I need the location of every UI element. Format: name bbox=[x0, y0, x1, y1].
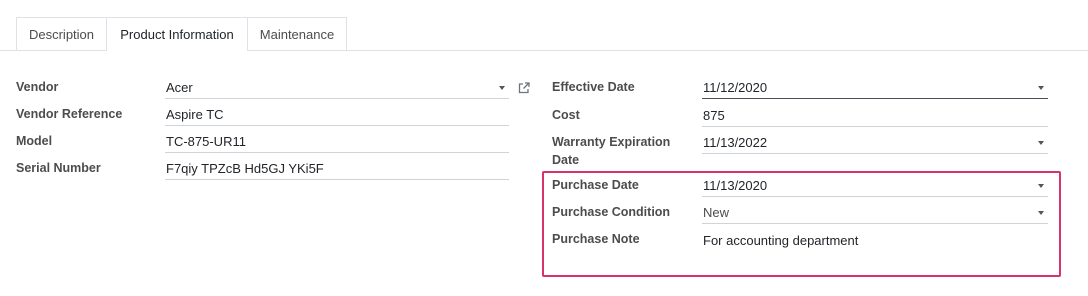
vendor-reference-label: Vendor Reference bbox=[16, 107, 123, 121]
tab-description[interactable]: Description bbox=[16, 17, 107, 50]
purchase-date-value: 11/13/2020 bbox=[703, 178, 768, 193]
purchase-condition-field[interactable]: New bbox=[702, 202, 1048, 224]
warranty-expiration-label-line2: Date bbox=[552, 153, 580, 167]
warranty-expiration-value: 11/13/2022 bbox=[703, 135, 768, 150]
serial-number-value: F7qiy TPZcB Hd5GJ YKi5F bbox=[166, 161, 324, 176]
model-label: Model bbox=[16, 134, 53, 148]
serial-number-label: Serial Number bbox=[16, 161, 101, 175]
caret-down-icon[interactable] bbox=[1038, 86, 1044, 90]
tab-product-information[interactable]: Product Information bbox=[106, 17, 248, 51]
warranty-expiration-field[interactable]: 11/13/2022 bbox=[702, 132, 1048, 154]
purchase-note-value: For accounting department bbox=[703, 233, 859, 248]
effective-date-field[interactable]: 11/12/2020 bbox=[702, 77, 1048, 99]
caret-down-icon[interactable] bbox=[1038, 184, 1044, 188]
purchase-note-label: Purchase Note bbox=[552, 232, 640, 246]
purchase-note-field[interactable]: For accounting department bbox=[702, 230, 1048, 252]
purchase-date-label: Purchase Date bbox=[552, 178, 639, 192]
cost-value: 875 bbox=[703, 108, 725, 123]
purchase-condition-value: New bbox=[703, 205, 730, 220]
effective-date-value: 11/12/2020 bbox=[703, 80, 768, 95]
notebook-tabs: Description Product Information Maintena… bbox=[0, 17, 1088, 51]
purchase-date-field[interactable]: 11/13/2020 bbox=[702, 175, 1048, 197]
external-link-icon[interactable] bbox=[517, 81, 531, 95]
effective-date-label: Effective Date bbox=[552, 80, 635, 94]
vendor-value: Acer bbox=[166, 80, 193, 95]
model-field[interactable]: TC-875-UR11 bbox=[165, 131, 509, 153]
vendor-reference-field[interactable]: Aspire TC bbox=[165, 104, 509, 126]
caret-down-icon[interactable] bbox=[1038, 211, 1044, 215]
cost-field[interactable]: 875 bbox=[702, 105, 1048, 127]
caret-down-icon[interactable] bbox=[499, 86, 505, 90]
tab-maintenance[interactable]: Maintenance bbox=[247, 17, 347, 50]
serial-number-field[interactable]: F7qiy TPZcB Hd5GJ YKi5F bbox=[165, 158, 509, 180]
purchase-condition-label: Purchase Condition bbox=[552, 205, 671, 219]
cost-label: Cost bbox=[552, 108, 580, 122]
vendor-label: Vendor bbox=[16, 80, 59, 94]
caret-down-icon[interactable] bbox=[1038, 141, 1044, 145]
vendor-field[interactable]: Acer bbox=[165, 77, 509, 99]
warranty-expiration-label: Warranty Expiration bbox=[552, 135, 671, 149]
vendor-reference-value: Aspire TC bbox=[166, 107, 224, 122]
model-value: TC-875-UR11 bbox=[166, 134, 246, 149]
